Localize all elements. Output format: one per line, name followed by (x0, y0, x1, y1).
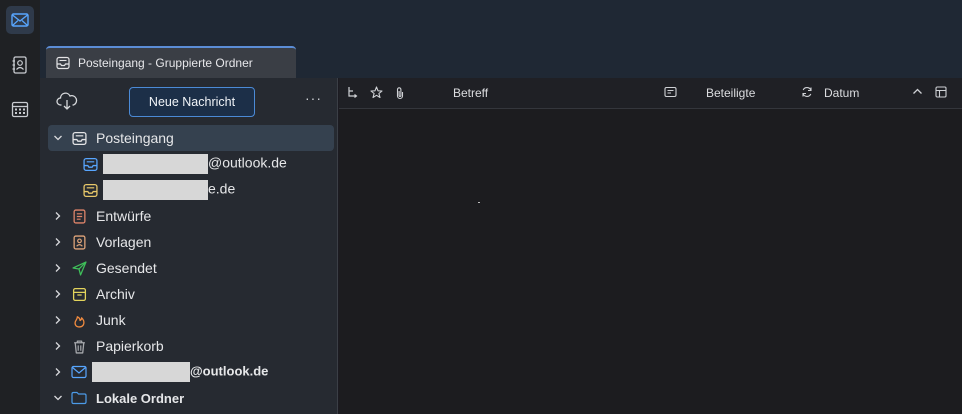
folder-label: Papierkorb (96, 338, 164, 354)
cloud-download-icon (56, 92, 78, 110)
column-picker-icon (935, 86, 947, 98)
column-header-row: Betreff Beteiligte Datum (339, 78, 962, 109)
chevron-right-icon[interactable] (51, 339, 65, 353)
folder-row-inbox[interactable]: Posteingang (48, 125, 334, 151)
calendar-icon (11, 101, 29, 118)
mail-icon (11, 13, 29, 27)
folder-pane-menu-button[interactable]: ··· (305, 90, 322, 106)
chevron-up-icon (913, 88, 922, 94)
inbox-icon (70, 129, 88, 147)
chevron-right-icon[interactable] (51, 313, 65, 327)
folder-icon (70, 389, 88, 407)
chevron-right-icon[interactable] (51, 235, 65, 249)
folder-pane-header: Neue Nachricht ··· (40, 78, 338, 124)
account-row-outlook[interactable]: @outlook.de (48, 359, 334, 385)
spaces-toolbar (0, 0, 40, 414)
folder-label: Entwürfe (96, 208, 152, 224)
archive-icon (70, 285, 88, 303)
chevron-right-icon[interactable] (51, 261, 65, 275)
mail-account-icon (70, 363, 88, 381)
chevron-down-icon[interactable] (51, 131, 65, 145)
trash-icon (70, 337, 88, 355)
folder-row-drafts[interactable]: Entwürfe (48, 203, 334, 229)
inbox-icon (81, 155, 99, 173)
column-picker-button[interactable] (935, 86, 947, 98)
chevron-right-icon[interactable] (51, 365, 65, 379)
folder-label: e.de (103, 180, 235, 200)
paperclip-icon (396, 87, 404, 100)
star-column-button[interactable] (370, 86, 383, 99)
inbox-icon (81, 181, 99, 199)
threads-column-button[interactable] (347, 86, 359, 100)
folder-tree: Posteingang @outlook.de e.de Entwürfe Vo… (48, 125, 334, 411)
folder-row-trash[interactable]: Papierkorb (48, 333, 334, 359)
redacted-block (92, 362, 190, 382)
folder-row-sent[interactable]: Gesendet (48, 255, 334, 281)
get-messages-button[interactable] (56, 92, 78, 112)
new-message-button[interactable]: Neue Nachricht (129, 87, 255, 117)
attachment-column-button[interactable] (395, 86, 405, 100)
address-book-icon (12, 56, 27, 74)
redacted-block (103, 180, 208, 200)
calendar-space-button[interactable] (6, 95, 34, 123)
sort-ascending-button[interactable] (912, 86, 923, 97)
cursor-artifact (478, 202, 480, 203)
folder-label: Gesendet (96, 260, 157, 276)
correspondents-icon (664, 86, 677, 98)
drafts-icon (70, 207, 88, 225)
account-label: Lokale Ordner (96, 390, 185, 406)
tab-strip: Posteingang - Gruppierte Ordner (40, 42, 962, 78)
folder-row-account2-inbox[interactable]: e.de (48, 177, 334, 203)
tab-label: Posteingang - Gruppierte Ordner (78, 56, 253, 70)
sync-icon (802, 87, 812, 97)
folder-row-account1-inbox[interactable]: @outlook.de (48, 151, 334, 177)
correspondents-column-header[interactable]: Beteiligte (706, 86, 755, 100)
folder-row-junk[interactable]: Junk (48, 307, 334, 333)
account-label: @outlook.de (92, 362, 268, 382)
templates-icon (70, 233, 88, 251)
star-icon (370, 86, 383, 99)
folder-label: Archiv (96, 286, 135, 302)
date-column-header[interactable]: Datum (824, 86, 859, 100)
thread-icon (348, 87, 358, 98)
folder-pane: Neue Nachricht ··· Posteingang @outlook.… (40, 78, 338, 414)
redacted-block (103, 154, 208, 174)
chevron-down-icon[interactable] (51, 391, 65, 405)
thread-pane: Betreff Beteiligte Datum (339, 78, 962, 414)
sent-icon (70, 259, 88, 277)
chevron-right-icon[interactable] (51, 209, 65, 223)
title-bar (40, 0, 962, 42)
junk-flame-icon (70, 311, 88, 329)
inbox-icon (56, 56, 70, 70)
folder-label: @outlook.de (103, 154, 287, 174)
folder-label: Junk (96, 312, 126, 328)
folder-label: Posteingang (96, 130, 174, 146)
chevron-right-icon[interactable] (51, 287, 65, 301)
tab-inbox[interactable]: Posteingang - Gruppierte Ordner (46, 46, 296, 78)
address-book-space-button[interactable] (6, 51, 34, 79)
folder-row-templates[interactable]: Vorlagen (48, 229, 334, 255)
mail-space-button[interactable] (6, 6, 34, 34)
account-row-local-folders[interactable]: Lokale Ordner (48, 385, 334, 411)
correspondents-column-icon-button[interactable] (664, 86, 677, 98)
folder-label: Vorlagen (96, 234, 152, 250)
received-column-icon-button[interactable] (801, 86, 813, 98)
folder-row-archive[interactable]: Archiv (48, 281, 334, 307)
subject-column-header[interactable]: Betreff (453, 86, 488, 100)
